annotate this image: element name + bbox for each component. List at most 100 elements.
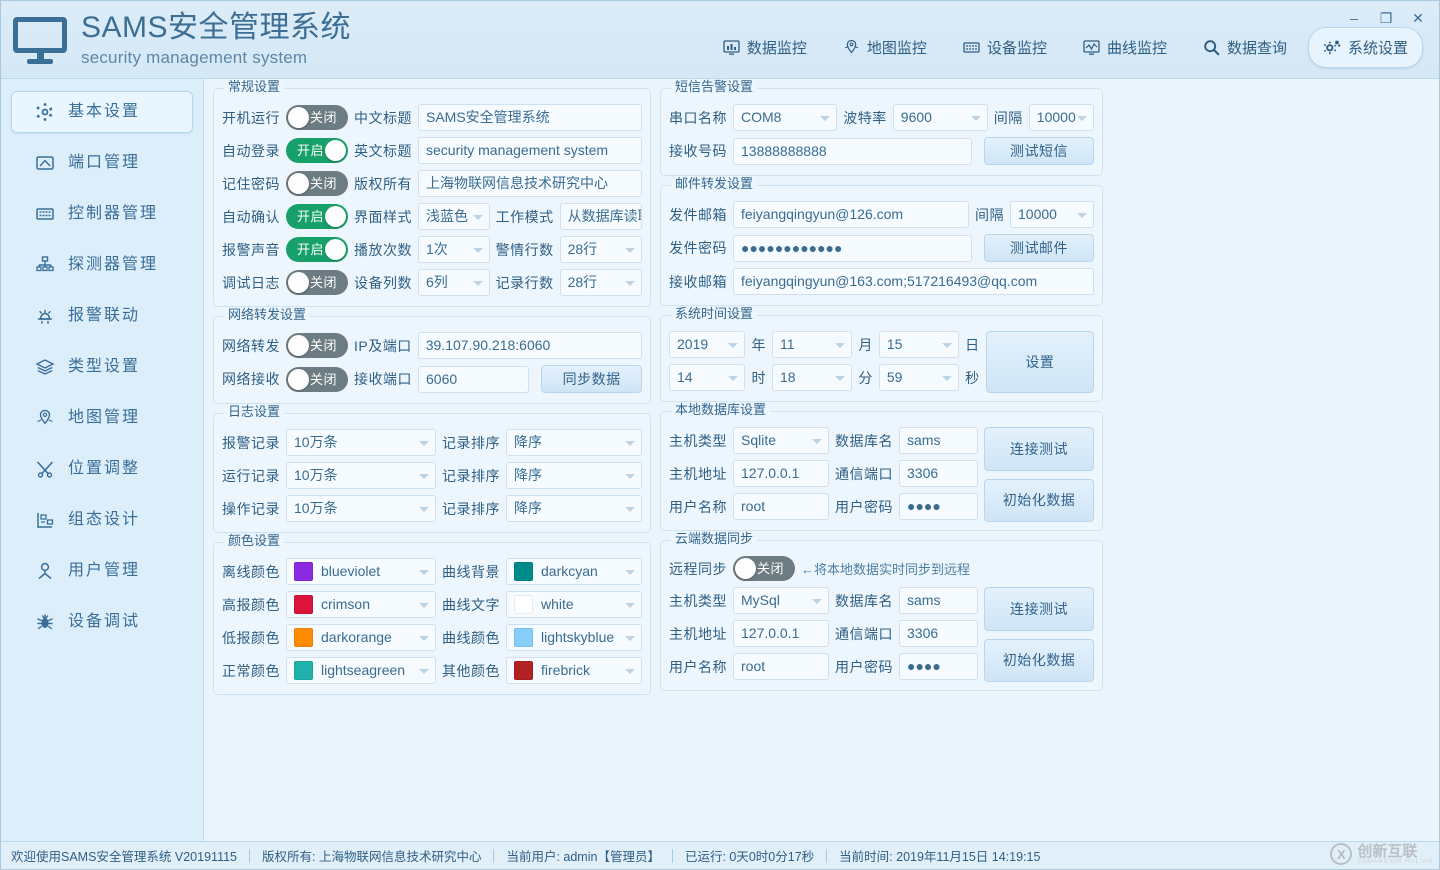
nav-device-monitor[interactable]: 设备监控 <box>948 27 1062 68</box>
curve-color-select[interactable]: lightskyblue <box>506 624 642 651</box>
sidebar-item-map-management[interactable]: 地图管理 <box>11 397 193 439</box>
mail-interval-select[interactable]: 10000 <box>1010 201 1094 228</box>
clouddb-row-user: 用户名称 root 用户密码 ●●●● <box>669 653 978 680</box>
sidebar-item-detector-management[interactable]: 探测器管理 <box>11 244 193 286</box>
clouddb-port-input[interactable]: 3306 <box>899 620 978 647</box>
clouddb-username-input[interactable]: root <box>733 653 829 680</box>
autoconfirm-toggle[interactable]: 开启 <box>286 204 348 229</box>
device-columns-select[interactable]: 6列 <box>418 269 490 296</box>
clouddb-host-type-select[interactable]: MySql <box>733 587 829 614</box>
alarm-rows-select[interactable]: 28行 <box>559 236 642 263</box>
remote-sync-toggle[interactable]: 关闭 <box>733 556 795 581</box>
sidebar-item-position-adjust[interactable]: 位置调整 <box>11 448 193 490</box>
nav-curve-monitor[interactable]: 曲线监控 <box>1068 27 1182 68</box>
close-button[interactable]: ✕ <box>1403 5 1433 31</box>
localdb-init-data-button[interactable]: 初始化数据 <box>984 478 1094 522</box>
autologin-toggle[interactable]: 开启 <box>286 138 348 163</box>
row-label: 操作记录 <box>222 500 280 517</box>
map-pin-icon <box>34 407 56 429</box>
low-alarm-color-select[interactable]: darkorange <box>286 624 436 651</box>
localdb-username-input[interactable]: root <box>733 493 829 520</box>
month-select[interactable]: 11 <box>771 331 853 358</box>
sender-password-input[interactable]: ●●●●●●●●●●●● <box>733 234 972 262</box>
clouddb-test-connection-button[interactable]: 连接测试 <box>984 587 1094 631</box>
clouddb-init-data-button[interactable]: 初始化数据 <box>984 638 1094 682</box>
chevron-down-icon <box>419 668 429 674</box>
run-record-count-select[interactable]: 10万条 <box>286 462 436 489</box>
remember-password-toggle[interactable]: 关闭 <box>286 171 348 196</box>
minimize-button[interactable]: – <box>1339 5 1369 31</box>
network-forward-toggle[interactable]: 关闭 <box>286 333 348 358</box>
test-mail-button[interactable]: 测试邮件 <box>984 234 1094 262</box>
sidebar-item-alarm-linkage[interactable]: 报警联动 <box>11 295 193 337</box>
receiver-email-input[interactable]: feiyangqingyun@163.com;517216493@qq.com <box>733 268 1094 295</box>
record-rows-select[interactable]: 28行 <box>559 269 642 296</box>
alarm-sound-toggle[interactable]: 开启 <box>286 237 348 262</box>
nav-map-monitor[interactable]: 地图监控 <box>828 27 942 68</box>
receive-port-input[interactable]: 6060 <box>418 365 530 393</box>
localdb-name-input[interactable]: sams <box>899 427 978 454</box>
watermark-subtext: CHUANGXIN HULIAN <box>1357 858 1433 865</box>
localdb-password-input[interactable]: ●●●● <box>899 493 978 520</box>
debug-log-toggle[interactable]: 关闭 <box>286 270 348 295</box>
set-time-button[interactable]: 设置 <box>985 331 1094 393</box>
autostart-toggle[interactable]: 关闭 <box>286 105 348 130</box>
high-alarm-color-select[interactable]: crimson <box>286 591 436 618</box>
serial-port-select[interactable]: COM8 <box>733 104 838 131</box>
alarm-record-count-select[interactable]: 10万条 <box>286 429 436 456</box>
month-unit-label: 月 <box>858 336 873 353</box>
toggle-label: 关闭 <box>309 338 337 353</box>
year-select[interactable]: 2019 <box>669 331 746 358</box>
sidebar-item-label: 设备调试 <box>68 613 141 630</box>
sms-receive-number-input[interactable]: 13888888888 <box>733 137 972 165</box>
day-select[interactable]: 15 <box>878 331 960 358</box>
work-mode-select[interactable]: 从数据库读取 <box>559 203 642 230</box>
operation-record-sort-select[interactable]: 降序 <box>506 495 642 522</box>
sidebar-item-device-debug[interactable]: 设备调试 <box>11 601 193 643</box>
offline-color-select[interactable]: blueviolet <box>286 558 436 585</box>
chevron-down-icon <box>625 247 635 253</box>
sidebar-item-configuration-design[interactable]: 组态设计 <box>11 499 193 541</box>
localdb-port-input[interactable]: 3306 <box>899 460 978 487</box>
curve-text-color-select[interactable]: white <box>506 591 642 618</box>
chevron-down-icon <box>835 375 846 381</box>
alarm-record-sort-select[interactable]: 降序 <box>506 429 642 456</box>
sidebar-item-controller-management[interactable]: 控制器管理 <box>11 193 193 235</box>
other-color-select[interactable]: firebrick <box>506 657 642 684</box>
sms-interval-select[interactable]: 10000 <box>1028 104 1094 131</box>
play-count-select[interactable]: 1次 <box>418 236 490 263</box>
sender-email-input[interactable]: feiyangqingyun@126.com <box>733 201 969 228</box>
curve-background-color-select[interactable]: darkcyan <box>506 558 642 585</box>
operation-record-count-select[interactable]: 10万条 <box>286 495 436 522</box>
sidebar-item-label: 探测器管理 <box>68 256 159 273</box>
row-label: 接收邮箱 <box>669 273 727 290</box>
localdb-host-address-input[interactable]: 127.0.0.1 <box>733 460 829 487</box>
sync-data-button[interactable]: 同步数据 <box>541 365 642 393</box>
second-select[interactable]: 59 <box>878 364 960 391</box>
english-title-input[interactable]: security management system <box>418 137 642 164</box>
ui-style-select[interactable]: 浅蓝色 <box>418 203 490 230</box>
test-sms-button[interactable]: 测试短信 <box>984 137 1094 165</box>
nav-data-query[interactable]: 数据查询 <box>1188 27 1302 68</box>
select-value: 降序 <box>514 467 542 483</box>
sidebar-item-port-management[interactable]: 端口管理 <box>11 142 193 184</box>
normal-color-select[interactable]: lightseagreen <box>286 657 436 684</box>
network-receive-toggle[interactable]: 关闭 <box>286 366 348 392</box>
ip-port-input[interactable]: 39.107.90.218:6060 <box>417 332 642 359</box>
sidebar-item-type-settings[interactable]: 类型设置 <box>11 346 193 388</box>
run-record-sort-select[interactable]: 降序 <box>506 462 642 489</box>
baud-rate-select[interactable]: 9600 <box>892 104 988 131</box>
clouddb-host-address-input[interactable]: 127.0.0.1 <box>733 620 829 647</box>
clouddb-name-input[interactable]: sams <box>899 587 978 614</box>
minute-select[interactable]: 18 <box>771 364 853 391</box>
maximize-button[interactable]: ❐ <box>1371 5 1401 31</box>
sidebar-item-user-management[interactable]: 用户管理 <box>11 550 193 592</box>
nav-data-monitor[interactable]: 数据监控 <box>708 27 822 68</box>
localdb-host-type-select[interactable]: Sqlite <box>733 427 829 454</box>
localdb-test-connection-button[interactable]: 连接测试 <box>984 427 1094 471</box>
clouddb-password-input[interactable]: ●●●● <box>899 653 978 680</box>
chinese-title-input[interactable]: SAMS安全管理系统 <box>418 104 642 131</box>
hour-select[interactable]: 14 <box>669 364 746 391</box>
copyright-input[interactable]: 上海物联网信息技术研究中心 <box>418 170 642 197</box>
sidebar-item-basic-settings[interactable]: 基本设置 <box>11 91 193 133</box>
